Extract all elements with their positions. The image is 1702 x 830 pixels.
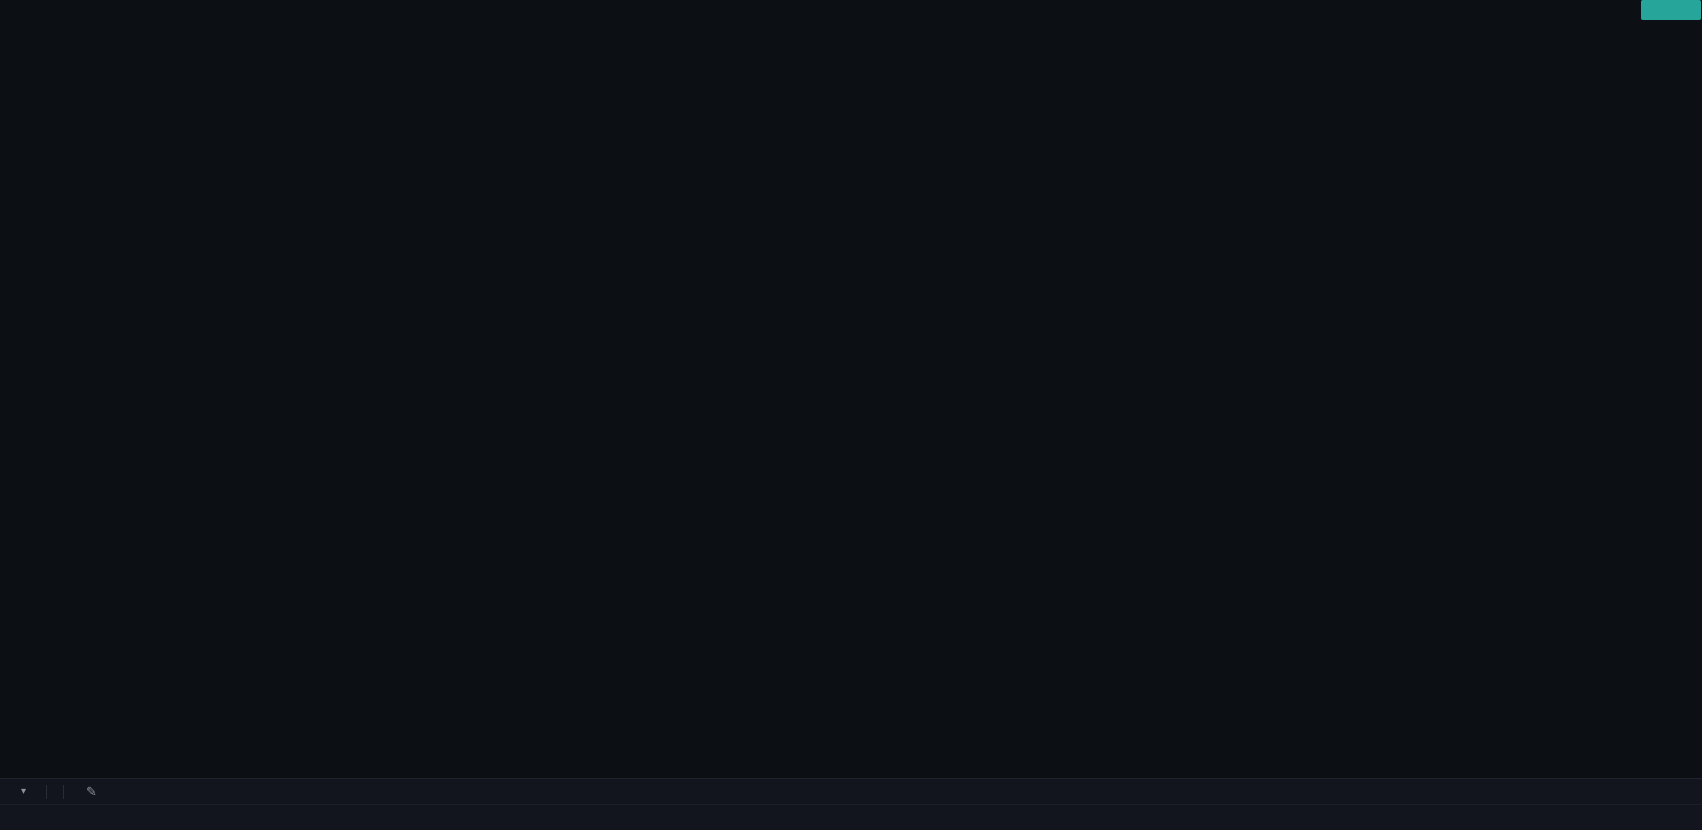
toolbar-divider — [46, 785, 47, 799]
trading-chart-app: ▾ ✎ — [0, 0, 1702, 830]
chevron-down-icon: ▾ — [21, 786, 26, 797]
timeframe-toolbar — [0, 804, 1702, 830]
last-price-badge — [1641, 0, 1701, 20]
toolbar-divider — [63, 785, 64, 799]
edit-icon: ✎ — [86, 784, 97, 800]
date-range-button[interactable]: ▾ — [16, 786, 26, 797]
time-axis[interactable] — [0, 0, 1702, 778]
indicator-toolbar: ▾ ✎ — [0, 778, 1702, 804]
